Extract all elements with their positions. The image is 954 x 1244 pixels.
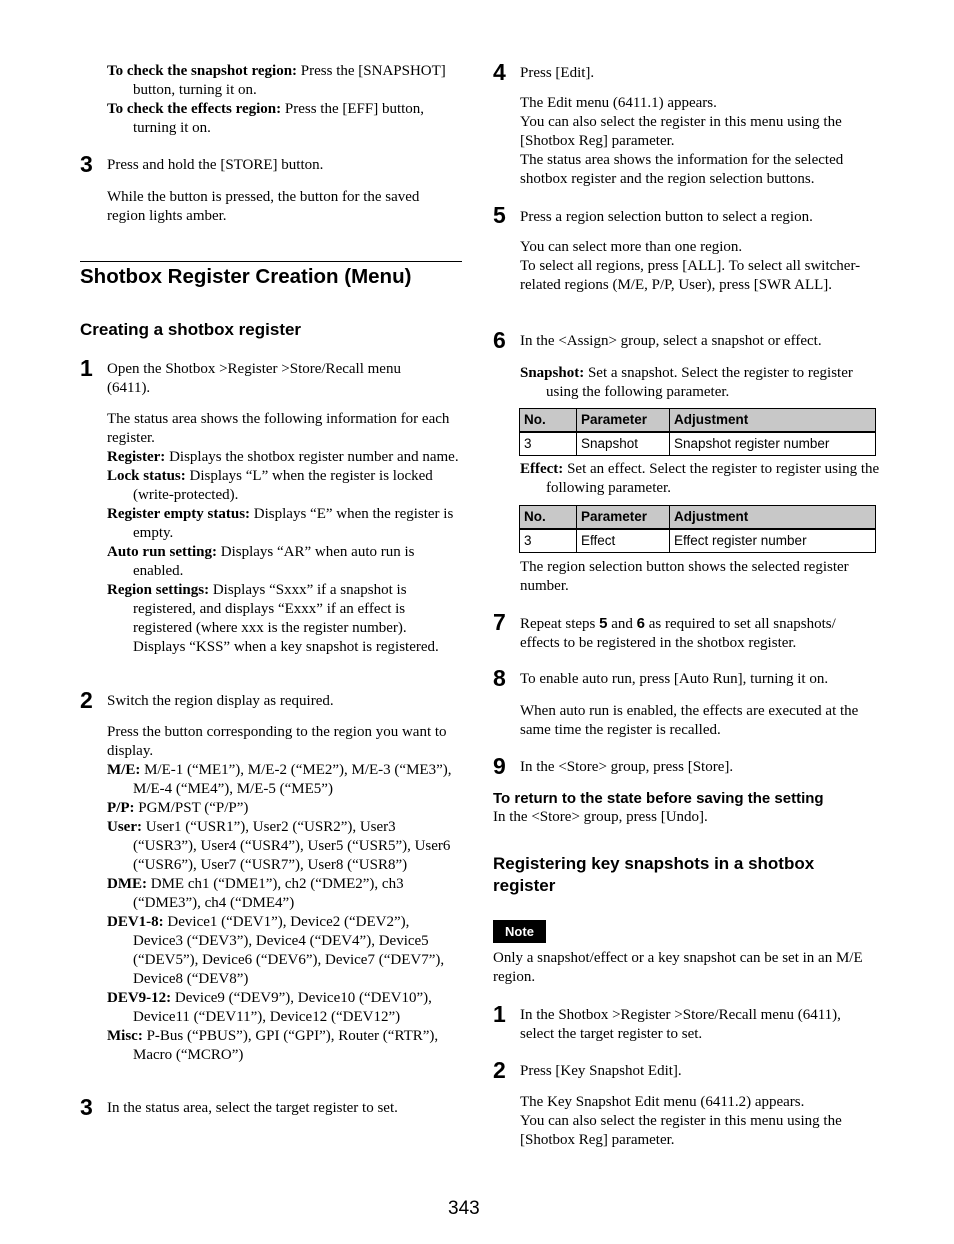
status-info-list: Register: Displays the shotbox register … (107, 448, 462, 657)
table-header-row: No. Parameter Adjustment (519, 408, 876, 433)
column-header-no: No. (519, 408, 577, 433)
step-detail: Press the button corresponding to the re… (107, 724, 447, 759)
step-number: 2 (493, 1057, 506, 1083)
list-item: Region settings: Displays “Sxxx” if a sn… (107, 582, 439, 655)
column-header-adjustment: Adjustment (669, 408, 876, 433)
step-text: To enable auto run, press [Auto Run], tu… (520, 671, 829, 687)
step-text: In the status area, select the target re… (107, 1100, 398, 1116)
snapshot-parameter-table: No. Parameter Adjustment 3 Snapshot Snap… (519, 408, 876, 456)
cell-adjustment: Effect register number (669, 528, 876, 553)
table-row: 3 Effect Effect register number (519, 528, 876, 553)
list-item: DEV9-12: Device9 (“DEV9”), Device10 (“DE… (107, 990, 432, 1025)
region-list: M/E: M/E-1 (“ME1”), M/E-2 (“ME2”), M/E-3… (107, 761, 457, 1065)
step-number: 6 (493, 327, 506, 353)
list-item: Register: Displays the shotbox register … (107, 449, 459, 465)
step-text: Press and hold the [STORE] button. (107, 157, 324, 173)
step-text: In the <Assign> group, select a snapshot… (520, 333, 822, 349)
intro-item-snapshot: To check the snapshot region: Press the … (107, 63, 446, 98)
step-number: 2 (80, 687, 93, 713)
step-number: 3 (80, 1094, 93, 1120)
cell-parameter: Effect (576, 528, 670, 553)
column-header-adjustment: Adjustment (669, 505, 876, 530)
list-item: M/E: M/E-1 (“ME1”), M/E-2 (“ME2”), M/E-3… (107, 762, 452, 797)
section-divider (80, 261, 462, 262)
step-reference: 5 (599, 615, 608, 632)
step-number: 1 (80, 355, 93, 381)
subsection-title: Registering key snapshots in a shotbox r… (493, 854, 815, 895)
step-detail: When auto run is enabled, the effects ar… (520, 703, 859, 738)
step-text: In the <Store> group, press [Store]. (520, 759, 734, 775)
page-number: 343 (448, 1198, 480, 1219)
note-text: Only a snapshot/effect or a key snapshot… (493, 950, 863, 985)
list-item: Lock status: Displays “L” when the regis… (107, 468, 433, 503)
column-header-parameter: Parameter (576, 505, 670, 530)
step-detail: The status area shows the following info… (107, 411, 450, 446)
step-text: Repeat steps 5 and 6 as required to set … (520, 615, 836, 651)
step-reference: 6 (636, 615, 646, 632)
snapshot-description: Snapshot: Set a snapshot. Select the reg… (520, 365, 853, 400)
list-item: Register empty status: Displays “E” when… (107, 506, 454, 541)
step-detail: The Key Snapshot Edit menu (6411.2) appe… (520, 1094, 842, 1148)
step-text: Press [Edit]. (520, 65, 595, 81)
step-number: 1 (493, 1001, 506, 1027)
step-detail: You can select more than one region. To … (520, 239, 861, 293)
note-label: Note (493, 920, 546, 943)
list-item: DME: DME ch1 (“DME1”), ch2 (“DME2”), ch3… (107, 876, 404, 911)
step-text: In the Shotbox >Register >Store/Recall m… (520, 1007, 841, 1042)
cell-no: 3 (519, 431, 577, 456)
section-title: Shotbox Register Creation (Menu) (80, 265, 412, 288)
list-item: Auto run setting: Displays “AR” when aut… (107, 544, 415, 579)
table-row: 3 Snapshot Snapshot register number (519, 431, 876, 456)
step-text: Press [Key Snapshot Edit]. (520, 1063, 682, 1079)
cell-parameter: Snapshot (576, 431, 670, 456)
step-detail: While the button is pressed, the button … (107, 189, 420, 224)
step-number: 3 (80, 151, 93, 177)
cell-adjustment: Snapshot register number (669, 431, 876, 456)
step-number: 9 (493, 753, 506, 779)
cell-no: 3 (519, 528, 577, 553)
list-item: Misc: P-Bus (“PBUS”), GPI (“GPI”), Route… (107, 1028, 439, 1063)
list-item: DEV1-8: Device1 (“DEV1”), Device2 (“DEV2… (107, 914, 445, 987)
step-number: 5 (493, 202, 506, 228)
intro-list: To check the snapshot region: Press the … (107, 62, 467, 138)
step-detail: The region selection button shows the se… (520, 559, 849, 594)
list-item: User: User1 (“USR1”), User2 (“USR2”), Us… (107, 819, 451, 873)
step-number: 7 (493, 609, 506, 635)
step-number: 8 (493, 665, 506, 691)
table-header-row: No. Parameter Adjustment (519, 505, 876, 530)
effect-description: Effect: Set an effect. Select the regist… (520, 461, 880, 496)
subsection-title: Creating a shotbox register (80, 320, 302, 339)
column-header-no: No. (519, 505, 577, 530)
step-detail: The Edit menu (6411.1) appears. You can … (520, 95, 844, 187)
return-heading: To return to the state before saving the… (493, 790, 824, 807)
effect-parameter-table: No. Parameter Adjustment 3 Effect Effect… (519, 505, 876, 553)
step-text: Press a region selection button to selec… (520, 209, 813, 225)
list-item: P/P: PGM/PST (“P/P”) (107, 800, 249, 816)
step-number: 4 (493, 59, 506, 85)
step-text: Switch the region display as required. (107, 693, 334, 709)
return-text: In the <Store> group, press [Undo]. (493, 809, 708, 825)
step-text: Open the Shotbox >Register >Store/Recall… (107, 361, 401, 396)
column-header-parameter: Parameter (576, 408, 670, 433)
intro-item-effects: To check the effects region: Press the [… (107, 101, 425, 136)
